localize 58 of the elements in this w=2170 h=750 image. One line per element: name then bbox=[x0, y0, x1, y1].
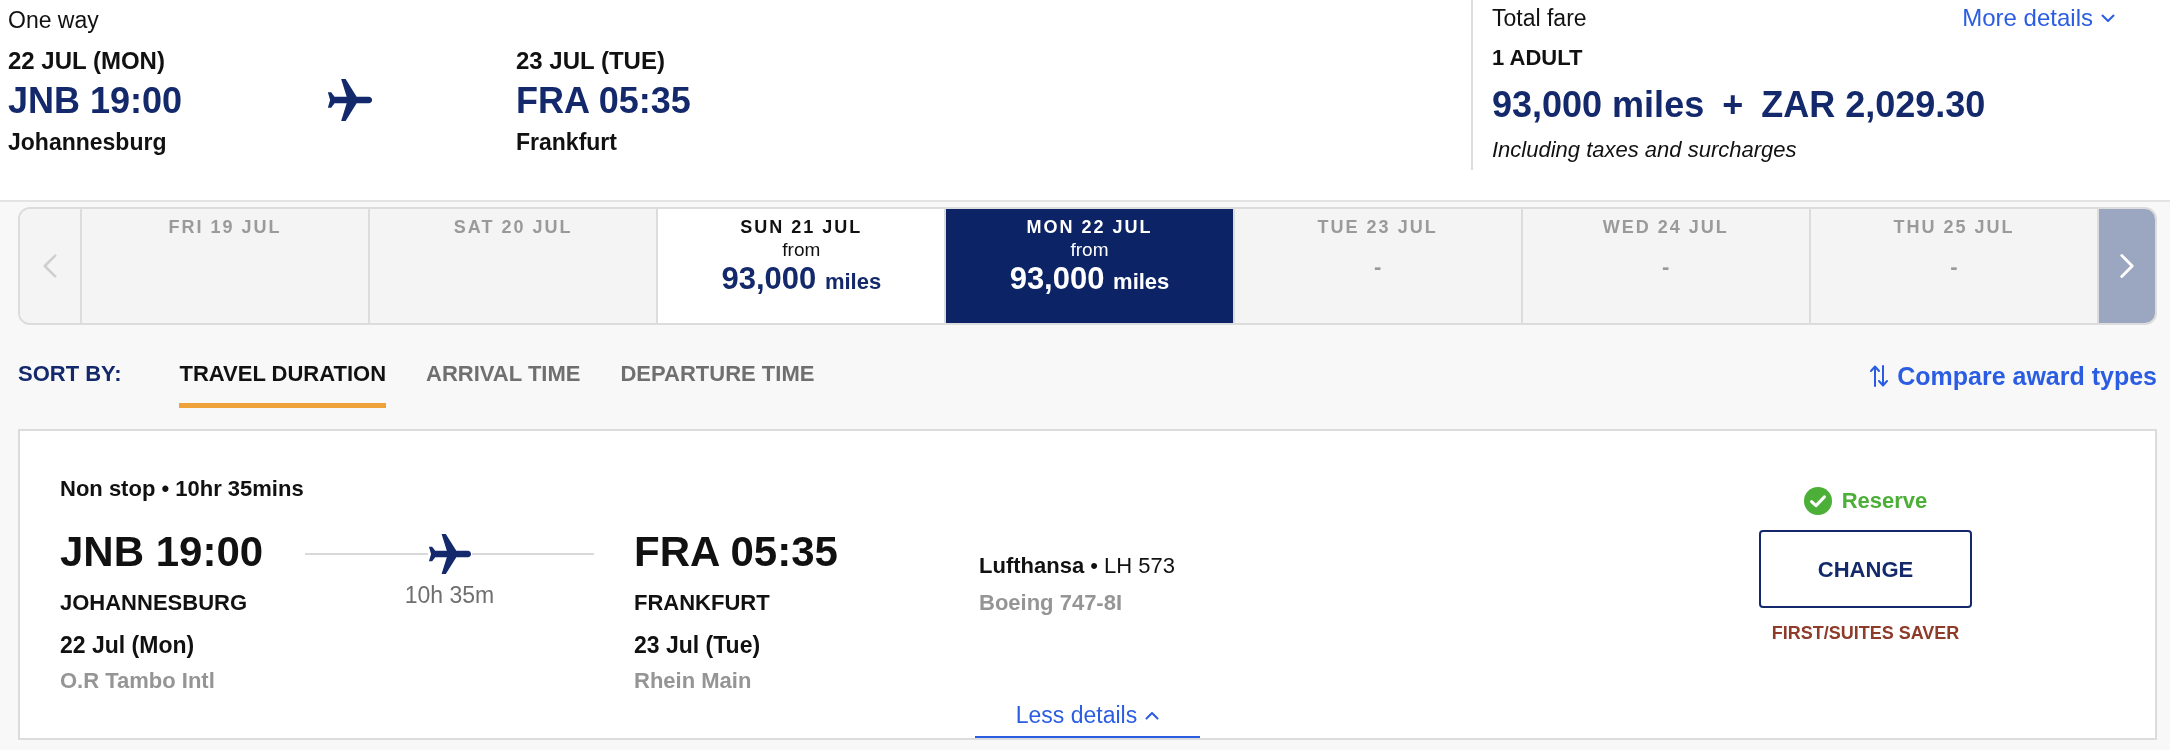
no-price-dash: - bbox=[1662, 253, 1670, 281]
passenger-count: 1 ADULT bbox=[1492, 44, 1583, 72]
flight-date: 23 Jul (Tue) bbox=[634, 631, 761, 660]
change-button[interactable]: CHANGE bbox=[1759, 530, 1972, 608]
city-name: Johannesburg bbox=[8, 128, 167, 156]
day-label: TUE 23 JUL bbox=[1317, 216, 1438, 239]
day-label: THU 25 JUL bbox=[1893, 216, 2015, 239]
from-label: from bbox=[1070, 239, 1109, 261]
aircraft-type: Boeing 747-8I bbox=[979, 589, 1123, 617]
day-label: FRI 19 JUL bbox=[168, 216, 282, 239]
airport-time: JNB 19:00 bbox=[60, 527, 264, 577]
carrier-flight-number: Lufthansa • LH 573 bbox=[979, 552, 1175, 580]
sort-label: SORT BY: bbox=[18, 361, 122, 387]
fare-class: FIRST/SUITES SAVER bbox=[1771, 622, 1960, 645]
sort-tab[interactable]: TRAVEL DURATION bbox=[179, 361, 387, 408]
miles-price: 93,000 miles bbox=[1492, 83, 1705, 127]
city-name: Frankfurt bbox=[516, 128, 617, 156]
airport-name: O.R Tambo Intl bbox=[60, 667, 215, 695]
sort-tab[interactable]: DEPARTURE TIME bbox=[620, 361, 815, 408]
day-label: SAT 20 JUL bbox=[453, 216, 573, 239]
flight-summary: Non stop • 10hr 35mins bbox=[60, 475, 304, 503]
trip-type: One way bbox=[8, 6, 99, 34]
compare-award-types-link[interactable]: Compare award types bbox=[1869, 361, 2157, 391]
day-price: 93,000 miles bbox=[1009, 261, 1170, 298]
up-down-arrows-icon bbox=[1869, 364, 1890, 388]
sort-tab[interactable]: ARRIVAL TIME bbox=[426, 361, 581, 408]
airport-time: JNB 19:00 bbox=[8, 79, 183, 123]
from-label: from bbox=[782, 239, 821, 261]
fare-title: Total fare bbox=[1492, 4, 1587, 32]
flight-date: 22 Jul (Mon) bbox=[60, 631, 195, 660]
chevron-right-icon bbox=[2119, 253, 2135, 279]
next-dates-button[interactable] bbox=[2097, 209, 2155, 323]
day-price: 93,000 miles bbox=[721, 261, 882, 298]
day-label: SUN 21 JUL bbox=[740, 216, 863, 239]
date-option[interactable]: MON 22 JUL from 93,000 miles bbox=[944, 209, 1233, 323]
city-name: JOHANNESBURG bbox=[60, 589, 248, 617]
less-details-link[interactable]: Less details bbox=[975, 701, 1200, 738]
fare-note: Including taxes and surcharges bbox=[1492, 136, 1797, 164]
date-option[interactable]: SUN 21 JUL from 93,000 miles bbox=[656, 209, 945, 323]
no-price-dash: - bbox=[1950, 253, 1958, 281]
plus-sign: + bbox=[1722, 83, 1744, 127]
flight-duration: 10h 35m bbox=[404, 581, 495, 609]
airplane-icon bbox=[427, 534, 472, 574]
more-details-link[interactable]: More details bbox=[1962, 4, 2115, 32]
airport-name: Rhein Main bbox=[634, 667, 752, 695]
day-label: WED 24 JUL bbox=[1602, 216, 1729, 239]
day-label: MON 22 JUL bbox=[1026, 216, 1153, 239]
reserve-status: Reserve bbox=[1841, 487, 1928, 515]
airport-time: FRA 05:35 bbox=[516, 79, 691, 123]
city-name: FRANKFURT bbox=[634, 589, 770, 617]
airport-time: FRA 05:35 bbox=[634, 527, 838, 577]
flight-date: 23 JUL (TUE) bbox=[516, 47, 665, 75]
no-price-dash: - bbox=[1373, 253, 1382, 281]
airplane-icon bbox=[327, 79, 373, 121]
check-circle-icon bbox=[1803, 487, 1832, 515]
cash-price: ZAR 2,029.30 bbox=[1761, 83, 1986, 127]
flight-date: 22 JUL (MON) bbox=[8, 47, 165, 75]
chevron-left-icon bbox=[42, 253, 58, 279]
